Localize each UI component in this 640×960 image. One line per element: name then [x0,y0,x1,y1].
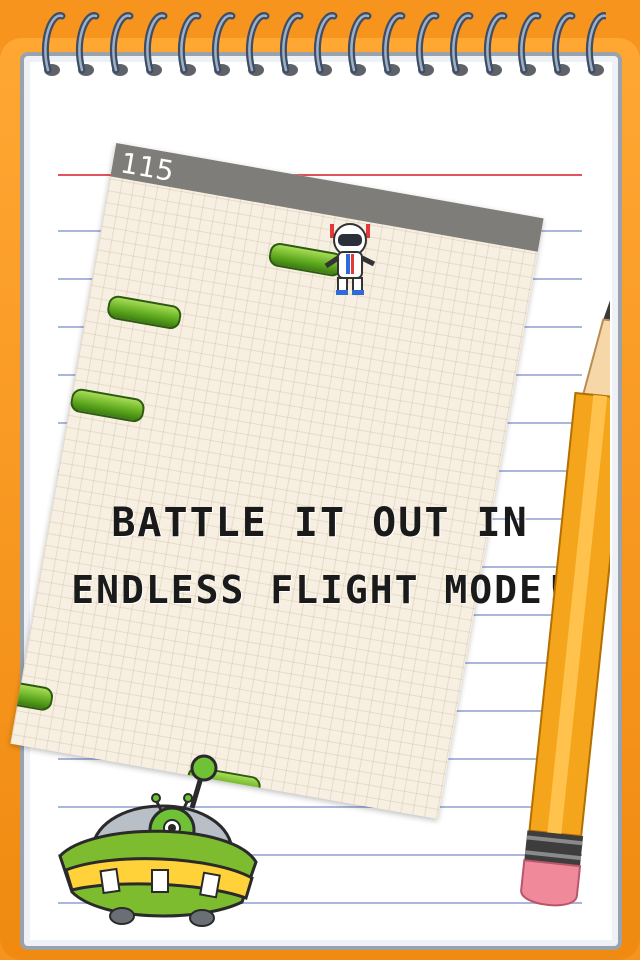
platform [105,294,183,331]
score-counter: 115 [118,146,177,189]
pencil-icon [520,286,610,907]
ufo-alien-icon [58,754,258,927]
spiral-binding [41,0,606,90]
astronaut-icon [324,223,376,295]
platform [69,387,147,424]
